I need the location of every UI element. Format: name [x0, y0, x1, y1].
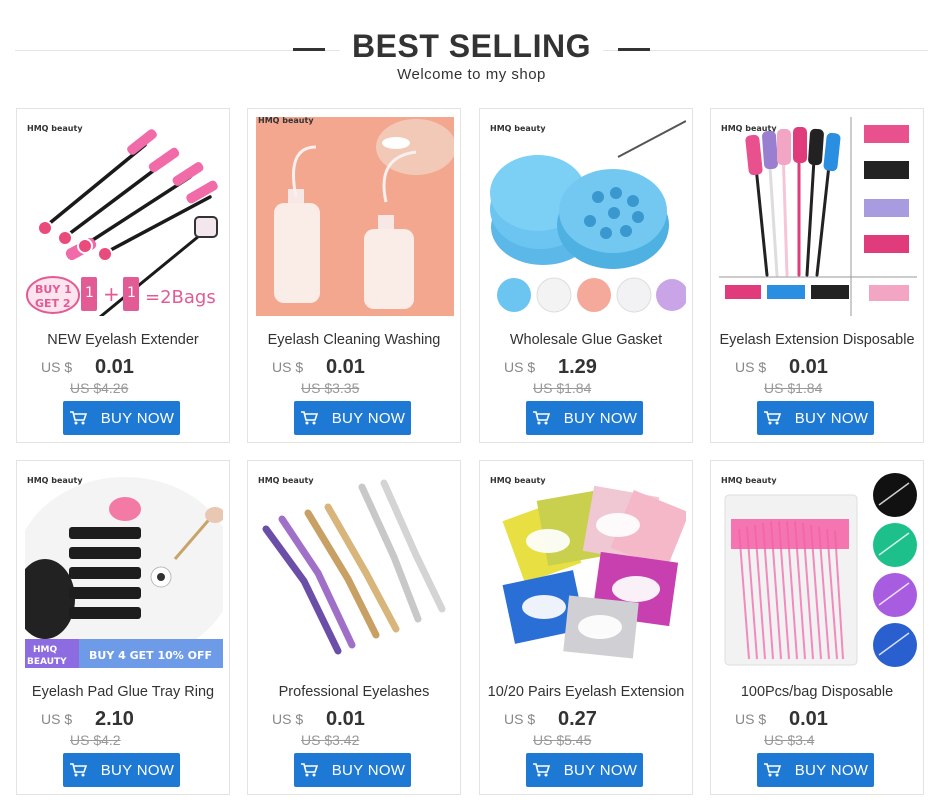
original-price: US $4.26: [70, 380, 129, 396]
original-price: US $3.4: [764, 732, 815, 748]
product-name[interactable]: Eyelash Cleaning Washing: [254, 332, 454, 354]
buy-now-button[interactable]: BUY NOW: [526, 753, 643, 787]
product-card[interactable]: HMQ beauty Eyelash Cleaning Washing US $…: [247, 108, 461, 443]
svg-text:1: 1: [127, 285, 136, 301]
svg-text:1: 1: [85, 285, 94, 301]
buy-now-label: BUY NOW: [331, 409, 406, 427]
product-image[interactable]: HMQ beauty: [256, 469, 454, 668]
product-name[interactable]: 100Pcs/bag Disposable: [717, 684, 917, 706]
svg-text:GET 2: GET 2: [35, 297, 71, 310]
product-price: 0.27: [558, 708, 597, 730]
buy-now-button[interactable]: BUY NOW: [63, 401, 180, 435]
buy-now-label: BUY NOW: [331, 761, 406, 779]
original-price: US $1.84: [533, 380, 592, 396]
buy-now-label: BUY NOW: [794, 761, 869, 779]
product-card[interactable]: HMQ beauty: [16, 108, 230, 443]
buy-now-label: BUY NOW: [563, 761, 638, 779]
svg-text:BUY 4 GET 10% OFF: BUY 4 GET 10% OFF: [89, 649, 212, 662]
product-card[interactable]: HMQ beauty HMQ BEAUTY BUY 4 GET 10% OFF …: [16, 460, 230, 795]
buy-now-label: BUY NOW: [794, 409, 869, 427]
buy-now-button[interactable]: BUY NOW: [757, 753, 874, 787]
product-name[interactable]: Eyelash Pad Glue Tray Ring: [23, 684, 223, 706]
product-price: 0.01: [789, 356, 828, 378]
product-name[interactable]: Eyelash Extension Disposable: [717, 332, 917, 354]
currency-label: US $: [272, 711, 304, 727]
svg-text:=2Bags: =2Bags: [145, 287, 216, 308]
buy-now-label: BUY NOW: [563, 409, 638, 427]
buy-now-button[interactable]: BUY NOW: [294, 753, 411, 787]
original-price: US $3.35: [301, 380, 360, 396]
product-price: 2.10: [95, 708, 134, 730]
cart-icon: [69, 410, 87, 426]
currency-label: US $: [735, 359, 767, 375]
cart-icon: [300, 762, 318, 778]
original-price: US $5.45: [533, 732, 592, 748]
cart-icon: [300, 410, 318, 426]
svg-text:BEAUTY: BEAUTY: [27, 657, 67, 667]
buy-now-button[interactable]: BUY NOW: [294, 401, 411, 435]
product-image[interactable]: HMQ beauty: [25, 117, 223, 316]
product-image[interactable]: HMQ beauty HMQ BEAUTY BUY 4 GET 10% OFF: [25, 469, 223, 668]
brand-label: HMQ beauty: [721, 476, 777, 485]
product-card[interactable]: HMQ beauty: [710, 460, 924, 795]
brand-label: HMQ beauty: [490, 124, 546, 133]
product-price: 0.01: [326, 356, 365, 378]
header-dash-left: [293, 48, 325, 51]
currency-label: US $: [272, 359, 304, 375]
product-name[interactable]: Professional Eyelashes: [254, 684, 454, 706]
product-price: 0.01: [789, 708, 828, 730]
brand-label: HMQ beauty: [258, 476, 314, 485]
svg-text:BUY 1: BUY 1: [35, 283, 72, 296]
product-card[interactable]: HMQ beauty Wholesale Glue Gasket US $ 1.…: [479, 108, 693, 443]
header-dash-right: [618, 48, 650, 51]
cart-icon: [69, 762, 87, 778]
buy-now-button[interactable]: BUY NOW: [757, 401, 874, 435]
original-price: US $4.2: [70, 732, 121, 748]
product-price: 1.29: [558, 356, 597, 378]
product-card[interactable]: HMQ beauty Professional Eyelashes US $ 0…: [247, 460, 461, 795]
product-card[interactable]: HMQ beauty: [710, 108, 924, 443]
cart-icon: [532, 762, 550, 778]
product-name[interactable]: Wholesale Glue Gasket: [486, 332, 686, 354]
buy-now-label: BUY NOW: [100, 761, 175, 779]
cart-icon: [532, 410, 550, 426]
original-price: US $3.42: [301, 732, 360, 748]
currency-label: US $: [504, 711, 536, 727]
brand-label: HMQ beauty: [27, 476, 83, 485]
brand-label: HMQ beauty: [258, 117, 314, 125]
product-image[interactable]: HMQ beauty: [488, 469, 686, 668]
currency-label: US $: [504, 359, 536, 375]
product-image[interactable]: HMQ beauty: [488, 117, 686, 316]
product-price: 0.01: [326, 708, 365, 730]
product-image[interactable]: HMQ beauty: [256, 117, 454, 316]
currency-label: US $: [41, 359, 73, 375]
section-title: BEST SELLING: [352, 28, 591, 64]
cart-icon: [763, 410, 781, 426]
currency-label: US $: [735, 711, 767, 727]
buy-now-button[interactable]: BUY NOW: [526, 401, 643, 435]
buy-now-label: BUY NOW: [100, 409, 175, 427]
header-title-wrap: BEST SELLING: [340, 24, 603, 68]
currency-label: US $: [41, 711, 73, 727]
brand-label: HMQ beauty: [27, 124, 83, 133]
product-card[interactable]: HMQ beauty 10/20 Pairs Eyelash Extension…: [479, 460, 693, 795]
svg-text:+: +: [103, 282, 120, 306]
product-image[interactable]: HMQ beauty: [719, 117, 917, 316]
product-image[interactable]: HMQ beauty: [719, 469, 917, 668]
section-header: BEST SELLING Welcome to my shop: [0, 0, 943, 100]
section-subtitle: Welcome to my shop: [397, 66, 546, 83]
brand-label: HMQ beauty: [490, 476, 546, 485]
original-price: US $1.84: [764, 380, 823, 396]
product-price: 0.01: [95, 356, 134, 378]
product-name[interactable]: 10/20 Pairs Eyelash Extension: [486, 684, 686, 706]
svg-text:HMQ: HMQ: [33, 645, 57, 655]
buy-now-button[interactable]: BUY NOW: [63, 753, 180, 787]
product-name[interactable]: NEW Eyelash Extender: [23, 332, 223, 354]
cart-icon: [763, 762, 781, 778]
